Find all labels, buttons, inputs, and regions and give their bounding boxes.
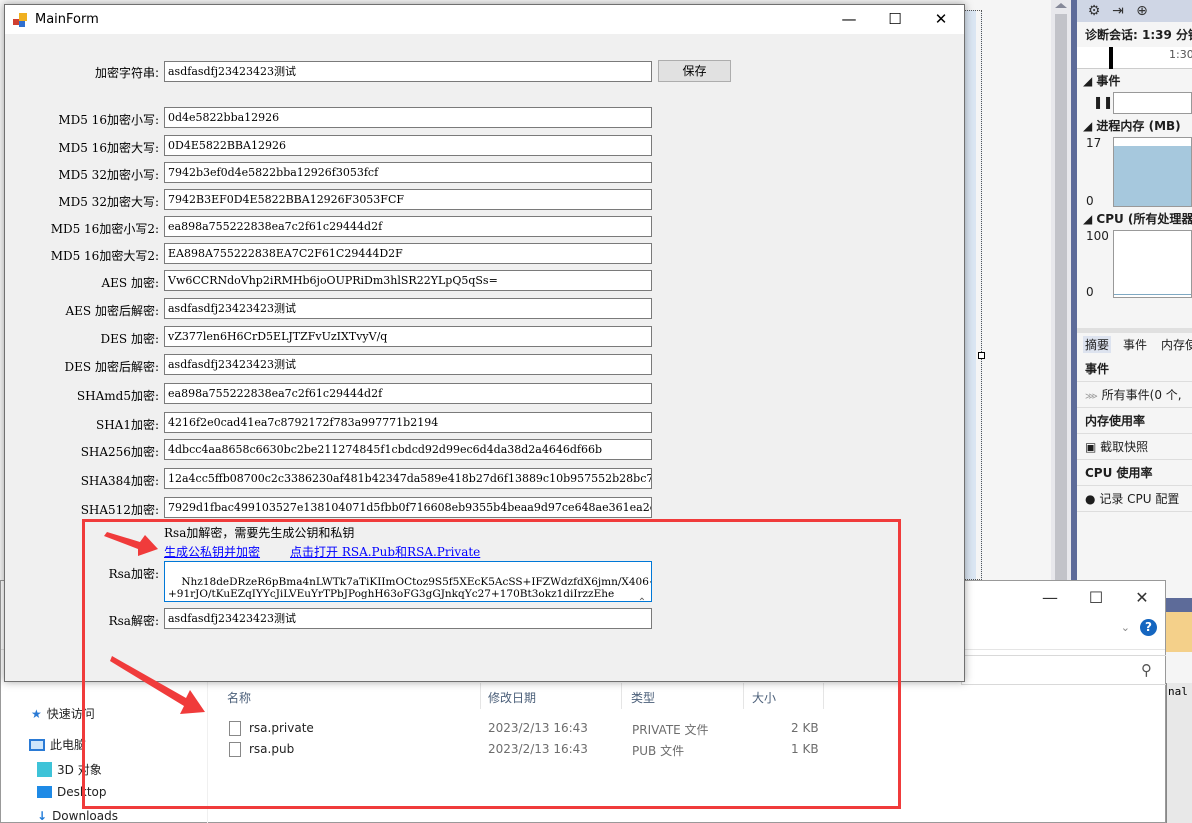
annotation-arrow-icon <box>104 532 158 556</box>
annotation-arrow-icon <box>110 656 205 714</box>
annotation-arrows <box>104 532 205 714</box>
